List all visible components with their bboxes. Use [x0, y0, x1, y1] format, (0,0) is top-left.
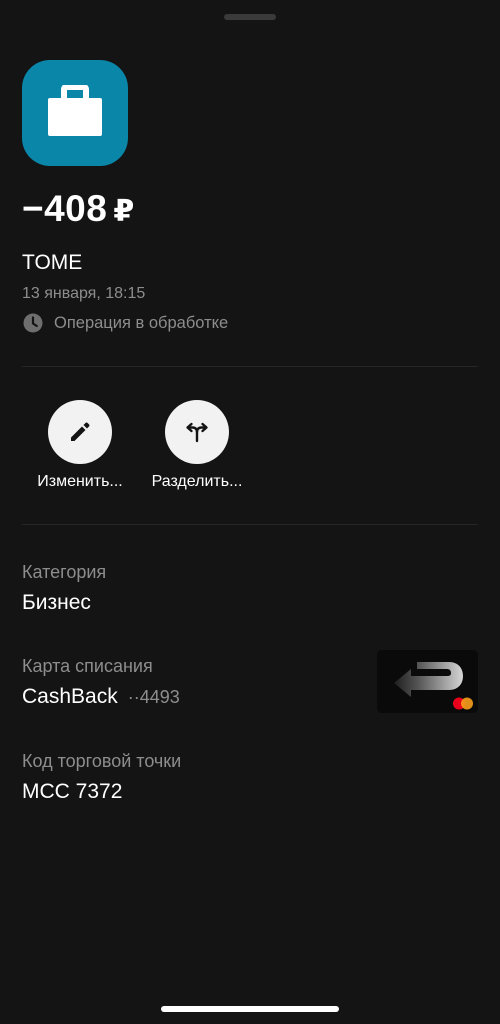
card-label: Карта списания: [22, 656, 153, 676]
mcc-label: Код торговой точки: [22, 751, 182, 771]
transaction-status: Операция в обработке: [22, 312, 228, 334]
card-info[interactable]: CashBack ··4493: [22, 684, 180, 710]
merchant-name: TOME: [22, 251, 83, 274]
mcc-value: MCC 7372: [22, 780, 123, 803]
split-button-label: Разделить...: [151, 473, 243, 490]
divider: [22, 524, 478, 525]
status-text: Операция в обработке: [54, 313, 229, 332]
briefcase-icon: [48, 85, 102, 136]
card-number-mask: ··4493: [127, 687, 180, 707]
divider: [22, 366, 478, 367]
category-value[interactable]: Бизнес: [22, 590, 91, 616]
home-indicator[interactable]: [161, 1006, 339, 1012]
category-label: Категория: [22, 562, 107, 582]
card-image[interactable]: [377, 650, 478, 713]
transaction-details-sheet: −408 ₽ TOME 13 января, 18:15 Операция в о…: [0, 0, 500, 1024]
pencil-icon: [71, 422, 90, 441]
edit-button-label: Изменить...: [37, 473, 123, 490]
merchant-category-icon: [22, 60, 128, 166]
sheet-drag-handle[interactable]: [224, 14, 276, 20]
card-name: CashBack: [22, 685, 118, 708]
split-button[interactable]: Разделить...: [141, 400, 253, 492]
currency-symbol: ₽: [113, 195, 135, 228]
edit-button-circle[interactable]: [48, 400, 112, 464]
clock-icon: [23, 313, 43, 333]
transaction-amount: −408 ₽: [22, 187, 135, 234]
edit-button[interactable]: Изменить...: [26, 400, 134, 492]
amount-value: −408: [22, 188, 108, 229]
split-arrows-icon: [186, 422, 208, 443]
mastercard-icon: [453, 697, 473, 710]
transaction-datetime: 13 января, 18:15: [22, 285, 146, 302]
split-button-circle[interactable]: [165, 400, 229, 464]
